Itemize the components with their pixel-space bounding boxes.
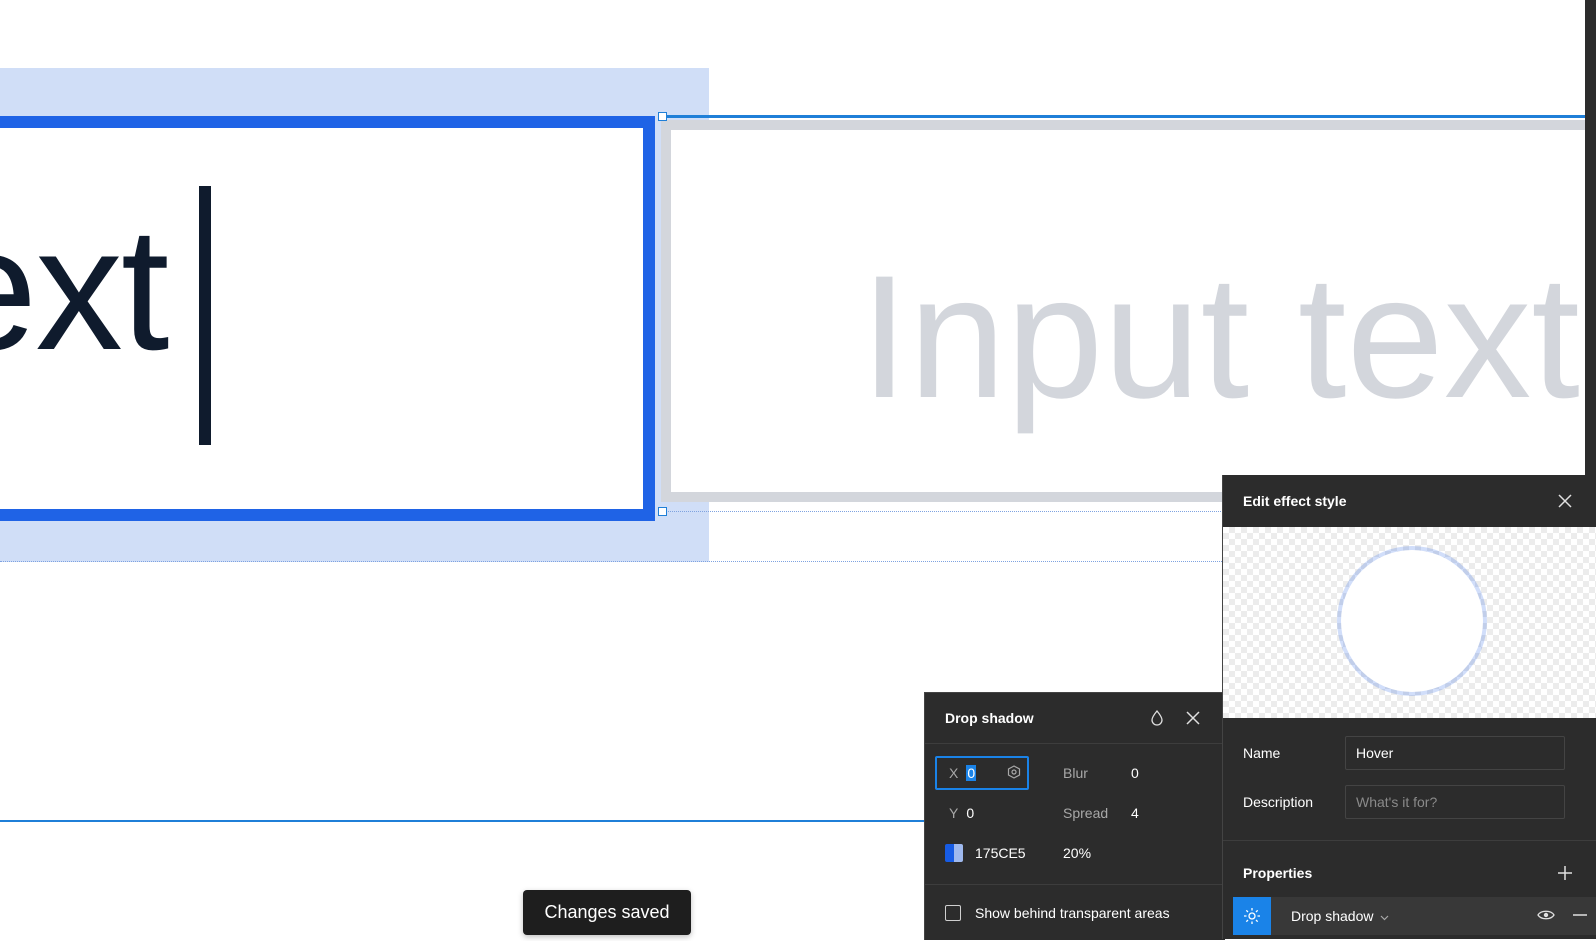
description-input[interactable]: What's it for?	[1345, 785, 1565, 819]
sun-icon[interactable]	[1233, 897, 1271, 935]
eye-icon[interactable]	[1537, 908, 1555, 924]
blur-value[interactable]: 0	[1131, 765, 1139, 781]
frame-boundary-2	[661, 511, 1221, 512]
color-swatch[interactable]	[945, 844, 963, 862]
drop-shadow-title: Drop shadow	[945, 710, 1034, 726]
guide-line	[0, 820, 925, 822]
section-divider	[1223, 840, 1596, 841]
spread-value[interactable]: 4	[1131, 805, 1139, 821]
resize-handle-top[interactable]	[658, 112, 667, 121]
y-value[interactable]: 0	[966, 805, 974, 821]
input-value-text: ext	[0, 192, 169, 387]
close-icon[interactable]	[1181, 706, 1205, 730]
spread-field[interactable]: Spread 4	[1063, 796, 1139, 830]
chevron-down-icon	[1380, 908, 1389, 924]
color-field[interactable]: 175CE5	[945, 836, 1026, 870]
effect-style-title: Edit effect style	[1243, 493, 1347, 509]
x-label: X	[949, 765, 959, 781]
properties-header: Properties	[1223, 859, 1596, 887]
drop-shadow-fields: X 0 Blur 0 Y 0 Spread 4 175CE5 20%	[925, 744, 1225, 885]
show-behind-checkbox[interactable]	[945, 905, 961, 921]
show-behind-row[interactable]: Show behind transparent areas	[925, 885, 1225, 941]
add-icon[interactable]	[1553, 861, 1577, 885]
toast-notification: Changes saved	[523, 890, 691, 935]
effect-style-header: Edit effect style	[1223, 475, 1596, 527]
effect-type-label: Drop shadow	[1291, 908, 1374, 924]
y-offset-field[interactable]: Y 0	[949, 796, 974, 830]
drop-shadow-header: Drop shadow	[925, 693, 1225, 744]
description-label: Description	[1243, 794, 1314, 810]
close-icon[interactable]	[1553, 489, 1577, 513]
effect-preview	[1223, 527, 1596, 718]
x-offset-field[interactable]: X 0	[935, 756, 1029, 790]
text-caret	[199, 186, 211, 445]
effect-property-row[interactable]: Drop shadow	[1233, 897, 1596, 935]
show-behind-label: Show behind transparent areas	[975, 905, 1170, 921]
opacity-field[interactable]: 20%	[1063, 836, 1091, 870]
name-input[interactable]: Hover	[1345, 736, 1565, 770]
resize-handle-bottom[interactable]	[658, 507, 667, 516]
properties-label: Properties	[1243, 865, 1313, 881]
description-row: Description What's it for?	[1223, 782, 1596, 822]
spread-label: Spread	[1063, 805, 1109, 821]
y-label: Y	[949, 805, 959, 821]
color-hex[interactable]: 175CE5	[975, 845, 1026, 861]
blur-field[interactable]: Blur 0	[1063, 756, 1139, 790]
blur-label: Blur	[1063, 765, 1088, 781]
effect-style-panel: Edit effect style Name Hover Description…	[1222, 475, 1596, 939]
x-value[interactable]: 0	[966, 765, 977, 781]
preview-circle	[1341, 550, 1483, 692]
name-label: Name	[1243, 745, 1281, 761]
ring-icon[interactable]	[1007, 765, 1021, 782]
drop-shadow-panel: Drop shadow X 0 Blur 0 Y 0 Spread 4 175C…	[924, 692, 1225, 940]
input-placeholder-text: Input text	[860, 240, 1580, 435]
name-row: Name Hover	[1223, 733, 1596, 773]
opacity-value[interactable]: 20%	[1063, 845, 1091, 861]
drop-icon[interactable]	[1145, 706, 1169, 730]
selection-edge	[661, 115, 1596, 118]
effect-type-select[interactable]: Drop shadow	[1291, 908, 1537, 924]
frame-boundary	[0, 561, 1222, 562]
minus-icon[interactable]	[1573, 908, 1587, 925]
